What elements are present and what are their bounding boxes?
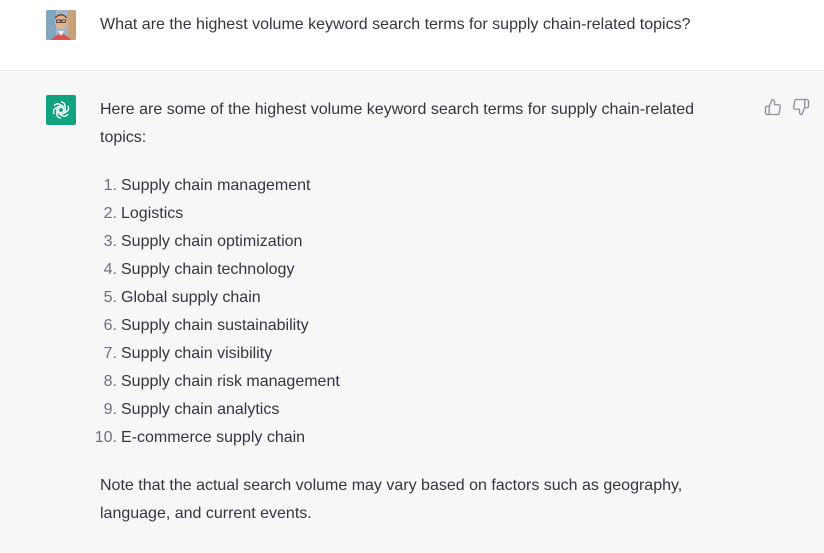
thumbs-up-icon[interactable] <box>764 98 782 116</box>
list-item-number: 7. <box>103 345 117 362</box>
assistant-message-content: Here are some of the highest volume keyw… <box>95 96 720 528</box>
list-item: 9. Supply chain analytics <box>100 396 720 424</box>
keyword-list: 1. Supply chain management 2. Logistics 3.… <box>95 172 720 452</box>
list-item-number: 6. <box>103 317 117 334</box>
openai-logo-icon <box>46 95 76 125</box>
list-item: 3. Supply chain optimization <box>100 228 720 256</box>
list-item-number: 10. <box>94 429 117 446</box>
list-item-text: Global supply chain <box>121 289 261 306</box>
list-item-number: 1. <box>103 177 117 194</box>
list-item-number: 3. <box>103 233 117 250</box>
list-item-number: 4. <box>103 261 117 278</box>
list-item: 1. Supply chain management <box>100 172 720 200</box>
list-item-text: Supply chain analytics <box>121 401 280 418</box>
list-item-text: Supply chain sustainability <box>121 317 309 334</box>
list-item-number: 2. <box>103 205 117 222</box>
assistant-intro-text: Here are some of the highest volume keyw… <box>100 101 695 146</box>
list-item-text: Supply chain optimization <box>121 233 303 250</box>
list-item-text: Logistics <box>121 205 184 222</box>
assistant-message-row: Here are some of the highest volume keyw… <box>0 72 824 553</box>
user-message-row: What are the highest volume keyword sear… <box>0 0 824 71</box>
feedback-buttons <box>764 98 810 116</box>
list-item-text: Supply chain management <box>121 177 311 194</box>
list-item: 5. Global supply chain <box>100 284 720 312</box>
list-item-number: 9. <box>103 401 117 418</box>
user-avatar <box>46 10 76 40</box>
list-item: 2. Logistics <box>100 200 720 228</box>
list-item: 4. Supply chain technology <box>100 256 720 284</box>
list-item-text: E-commerce supply chain <box>121 429 306 446</box>
list-item: 7. Supply chain visibility <box>100 340 720 368</box>
list-item-number: 8. <box>103 373 117 390</box>
user-message-text: What are the highest volume keyword sear… <box>100 16 691 33</box>
list-item: 6. Supply chain sustainability <box>100 312 720 340</box>
list-item-text: Supply chain visibility <box>121 345 273 362</box>
list-item: 10. E-commerce supply chain <box>95 424 720 452</box>
thumbs-down-icon[interactable] <box>792 98 810 116</box>
list-item-number: 5. <box>103 289 117 306</box>
list-item-text: Supply chain risk management <box>121 373 340 390</box>
list-item: 8. Supply chain risk management <box>100 368 720 396</box>
assistant-note-text: Note that the actual search volume may v… <box>100 477 683 522</box>
list-item-text: Supply chain technology <box>121 261 295 278</box>
